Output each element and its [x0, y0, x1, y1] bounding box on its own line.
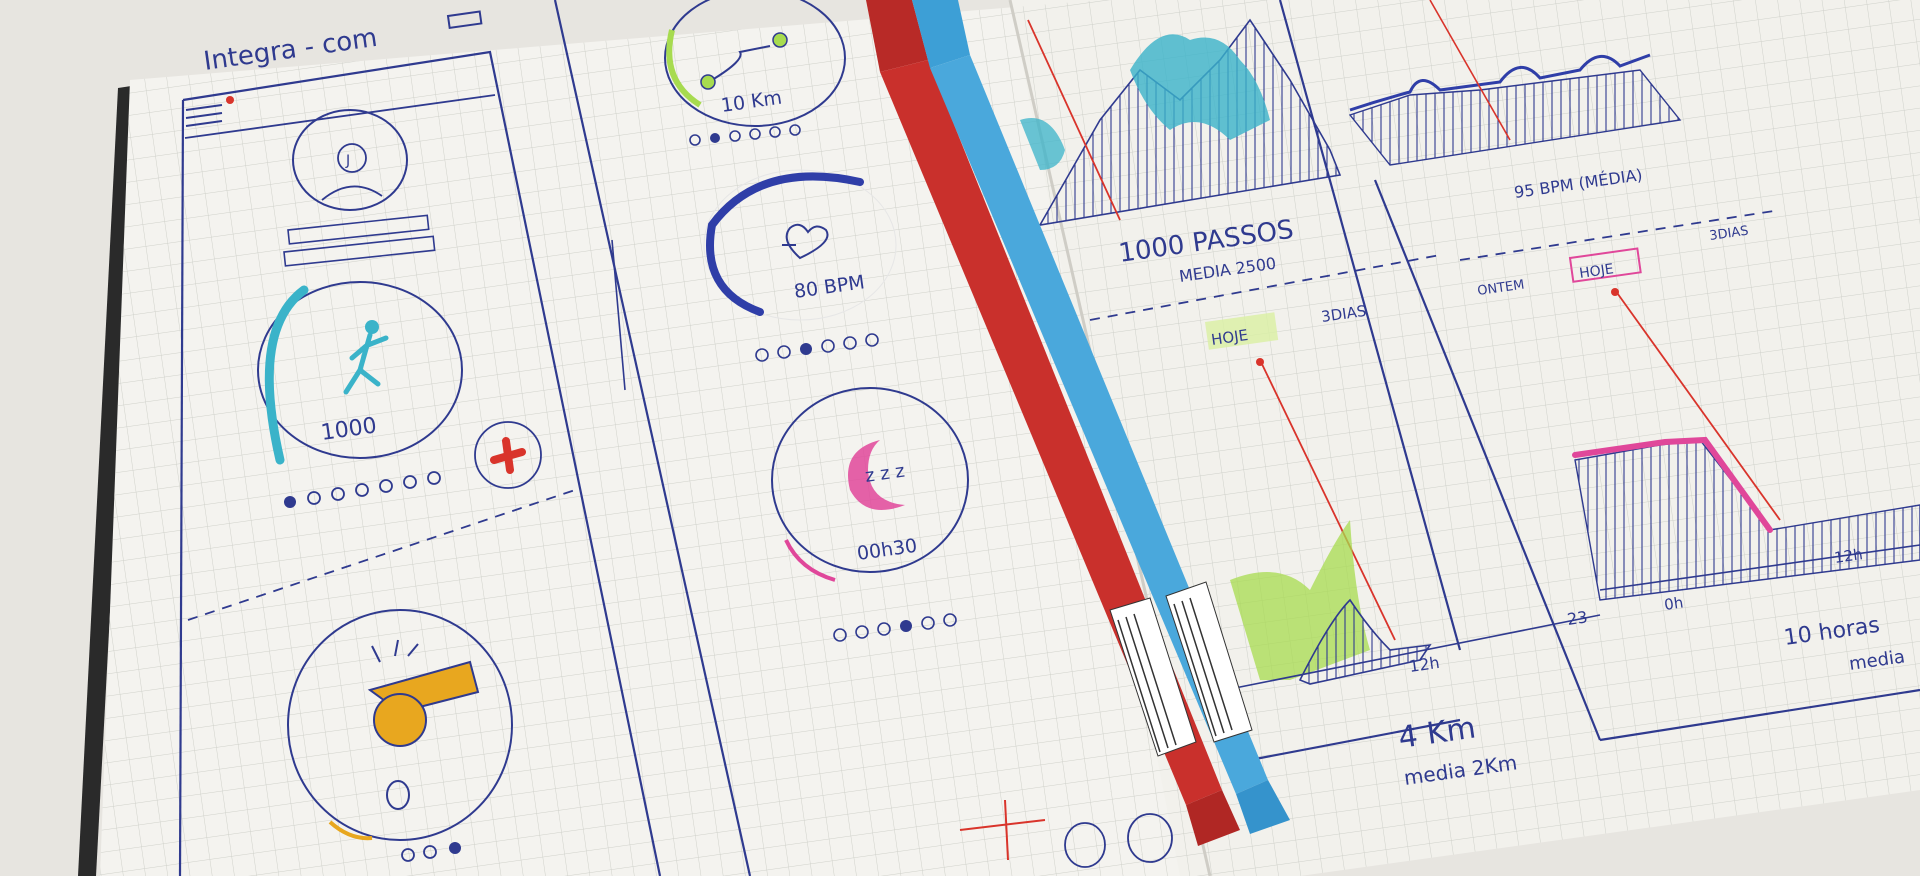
notebook-photo: Integra - com J 1000 10 Km 80 BPM z z z …: [0, 0, 1920, 876]
avatar-letter: J: [345, 153, 350, 169]
axis-23: 23: [1566, 607, 1589, 629]
axis-0h: 0h: [1663, 593, 1684, 613]
